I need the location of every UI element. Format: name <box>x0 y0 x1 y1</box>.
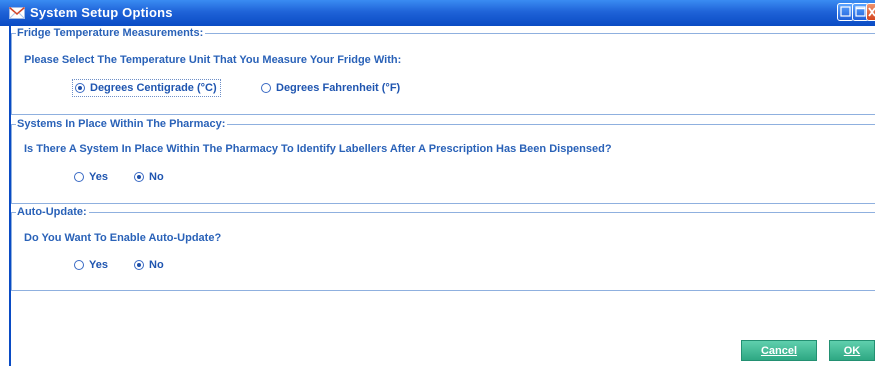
radio-yes[interactable]: Yes <box>72 168 111 186</box>
radio-label: No <box>149 171 164 183</box>
radio-unchecked-icon <box>74 260 84 270</box>
fridge-question: Please Select The Temperature Unit That … <box>24 54 402 66</box>
radio-no[interactable]: No <box>132 256 167 274</box>
radio-degrees-centigrade[interactable]: Degrees Centigrade (°C) <box>72 79 221 97</box>
radio-label: Degrees Centigrade (°C) <box>90 82 217 94</box>
systems-in-place-group: Systems In Place Within The Pharmacy: Is… <box>11 117 875 204</box>
radio-checked-icon <box>134 260 144 270</box>
cancel-button[interactable]: Cancel <box>741 340 817 361</box>
group-title: Fridge Temperature Measurements: <box>16 26 206 40</box>
window-title: System Setup Options <box>30 5 173 20</box>
radio-label: Yes <box>89 171 108 183</box>
radio-degrees-fahrenheit[interactable]: Degrees Fahrenheit (°F) <box>259 79 403 97</box>
group-title: Auto-Update: <box>16 205 89 219</box>
fridge-temperature-group: Fridge Temperature Measurements: Please … <box>11 26 875 115</box>
radio-unchecked-icon <box>74 172 84 182</box>
envelope-icon <box>9 6 25 19</box>
minimize-icon <box>840 6 851 17</box>
radio-checked-icon <box>134 172 144 182</box>
radio-unchecked-icon <box>261 83 271 93</box>
systems-question: Is There A System In Place Within The Ph… <box>24 143 612 155</box>
title-bar[interactable]: System Setup Options <box>0 0 875 26</box>
radio-label: No <box>149 259 164 271</box>
auto-update-question: Do You Want To Enable Auto-Update? <box>24 232 222 244</box>
radio-label: Yes <box>89 259 108 271</box>
auto-update-group: Auto-Update: Do You Want To Enable Auto-… <box>11 205 875 291</box>
close-icon <box>868 7 875 17</box>
radio-label: Degrees Fahrenheit (°F) <box>276 82 401 94</box>
radio-no[interactable]: No <box>132 168 167 186</box>
ok-button[interactable]: OK <box>829 340 875 361</box>
group-title: Systems In Place Within The Pharmacy: <box>16 117 228 131</box>
radio-checked-icon <box>75 83 85 93</box>
system-setup-window: System Setup Options Fridge Temperature … <box>0 0 875 366</box>
close-button[interactable] <box>866 3 875 21</box>
radio-yes[interactable]: Yes <box>72 256 111 274</box>
